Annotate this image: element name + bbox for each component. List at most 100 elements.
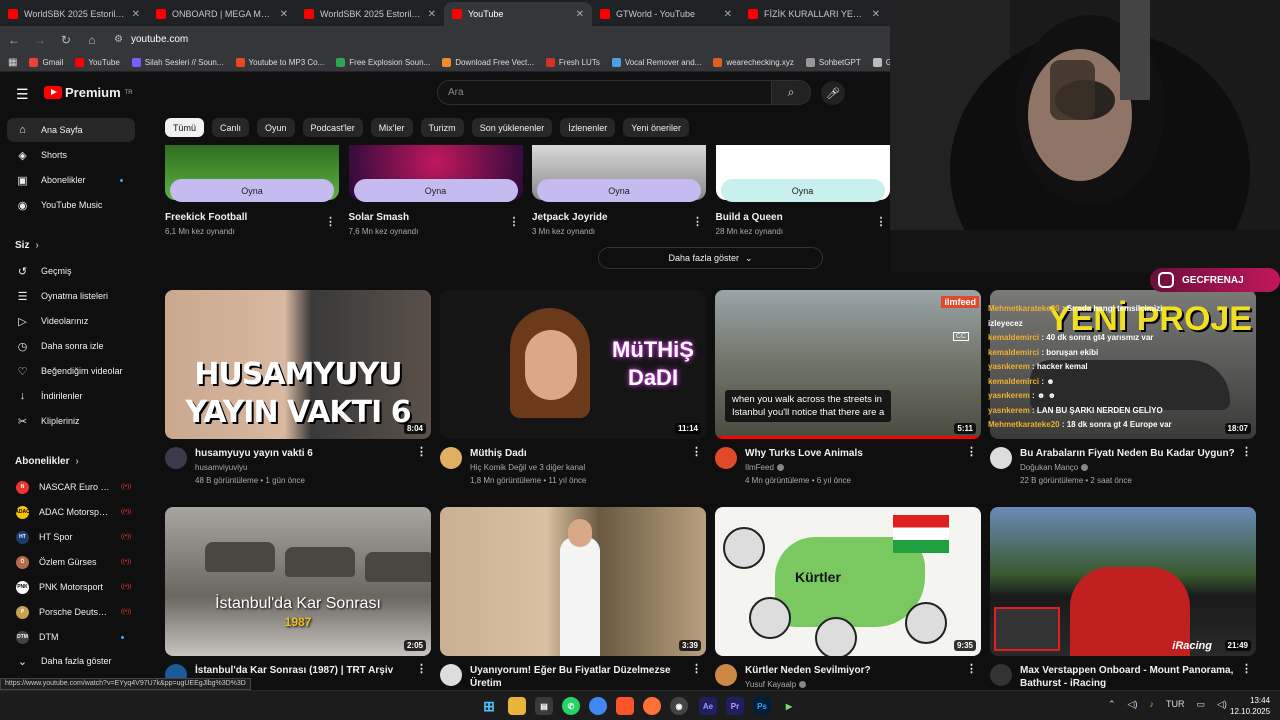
more-options-icon[interactable]: ⋮ [966,662,977,675]
more-options-icon[interactable]: ⋮ [416,662,427,675]
channel-avatar[interactable] [715,664,737,686]
browser-tab[interactable]: FİZİK KURALLARI YENİDEN YAZ ✕ [740,2,888,26]
close-tab-icon[interactable]: ✕ [132,9,140,20]
bookmark[interactable]: Vocal Remover and... [611,57,701,67]
sidebar-item-watch-later[interactable]: ◷ Daha sonra izle [7,334,135,358]
after-effects-icon[interactable]: Ae [699,697,717,715]
site-settings-icon[interactable]: ⚙ [114,34,123,45]
playable-title[interactable]: Build a Queen [716,212,890,223]
more-options-icon[interactable]: ⋮ [691,662,702,675]
bookmark[interactable]: YouTube [75,57,120,67]
subscription-item[interactable]: DTM DTM [7,625,135,649]
speaker-icon[interactable]: ◁) [1128,699,1138,710]
channel-name[interactable]: husamviyuviyu [195,463,247,472]
more-options-icon[interactable]: ⋮ [692,215,703,228]
more-options-icon[interactable]: ⋮ [966,445,977,458]
browser-tab[interactable]: WorldSBK 2025 Estoril: Superbi ✕ [0,2,148,26]
sidebar-item-music[interactable]: ◉ YouTube Music [7,193,135,217]
bookmark[interactable]: Gmail [29,57,63,67]
playable-card[interactable]: Oyna Solar Smash 7,6 Mn kez oynandı ⋮ [348,145,523,236]
apps-icon[interactable]: ▦ [8,57,17,68]
browser-tab[interactable]: WorldSBK 2025 Estoril: Supers ✕ [296,2,444,26]
filter-chip[interactable]: Tümü [165,118,205,137]
sidebar-item-history[interactable]: ↺ Geçmiş [7,259,135,283]
bookmark[interactable]: wearechecking.xyz [713,57,794,67]
hamburger-menu-icon[interactable]: ☰ [16,86,29,103]
filter-chip[interactable]: Canlı [212,118,250,137]
playable-card[interactable]: Oyna Jetpack Joyride 3 Mn kez oynandı ⋮ [532,145,706,236]
show-more-button[interactable]: Daha fazla göster ⌄ [598,247,823,269]
search-input[interactable]: Ara [437,80,772,105]
more-options-icon[interactable]: ⋮ [325,215,336,228]
app-icon[interactable]: ▤ [535,697,553,715]
playable-title[interactable]: Freekick Football [165,212,339,223]
more-options-icon[interactable]: ⋮ [876,215,887,228]
channel-name[interactable]: Yusuf Kayaalp [745,680,807,689]
more-options-icon[interactable]: ⋮ [509,215,520,228]
video-card[interactable]: ilmfeed CC when you walk across the street… [715,290,981,489]
reload-icon[interactable]: ↻ [60,33,72,47]
close-tab-icon[interactable]: ✕ [280,9,288,20]
back-icon[interactable]: ← [8,33,20,47]
subscription-item[interactable]: Ö Özlem Gürses ((•)) [7,550,135,574]
video-card[interactable]: İstanbul'da Kar Sonrası 1987 2:05 İstanbul'… [165,507,431,706]
video-card[interactable]: MüTHiŞ DaDI 11:14 Müthiş Dadı Hiç Komik Değ… [440,290,706,489]
sidebar-item-liked[interactable]: ♡ Beğendiğim videolar [7,359,135,383]
play-game-button[interactable]: Oyna [537,179,701,202]
video-card[interactable]: iRacing 21:49 Max Verstappen Onboard - Mou… [990,507,1256,706]
filter-chip[interactable]: Yeni öneriler [623,118,689,137]
clock[interactable]: 13:44 12.10.2025 [1230,695,1270,717]
bookmark[interactable]: Free Explosion Soun... [336,57,430,67]
video-card[interactable]: 3:39 Uyanıyorum! Eğer Bu Fiyatlar Düzelme… [440,507,706,706]
play-game-button[interactable]: Oyna [170,179,334,202]
video-title[interactable]: Müthiş Dadı [470,447,695,460]
browser-tab[interactable]: GTWorld - YouTube ✕ [592,2,740,26]
bookmark[interactable]: Silah Sesleri // Soun... [131,57,224,67]
channel-avatar[interactable] [990,447,1012,469]
more-options-icon[interactable]: ⋮ [1241,445,1252,458]
more-options-icon[interactable]: ⋮ [416,445,427,458]
subscription-item[interactable]: HT HT Spor ((•)) [7,525,135,549]
browser-tab[interactable]: YouTube ✕ [444,2,592,26]
video-title[interactable]: Max Verstappen Onboard - Mount Panorama,… [1020,664,1245,690]
sidebar-show-more[interactable]: ⌄ Daha fazla göster [7,649,135,673]
forward-icon[interactable]: → [34,33,46,47]
channel-avatar[interactable] [440,447,462,469]
voice-search-button[interactable]: 🎤︎ [821,81,845,105]
video-thumbnail[interactable]: İstanbul'da Kar Sonrası 1987 2:05 [165,507,431,656]
sidebar-item-subscriptions[interactable]: ▣ Abonelikler [7,168,135,192]
language-indicator[interactable]: TUR [1166,699,1185,710]
whatsapp-icon[interactable]: ✆ [562,697,580,715]
bookmark[interactable]: SohbetGPT [805,57,861,67]
firefox-icon[interactable] [643,697,661,715]
bookmark[interactable]: Fresh LUTs [545,57,600,67]
bookmark[interactable]: Gladia [872,57,890,67]
obs-icon[interactable]: ◉ [670,697,688,715]
display-icon[interactable]: ▭ [1196,699,1205,710]
volume-icon[interactable]: ◁) [1217,699,1227,710]
subscription-item[interactable]: PNK PNK Motorsport ((•)) [7,575,135,599]
premiere-icon[interactable]: Pr [726,697,744,715]
video-title[interactable]: İstanbul'da Kar Sonrası (1987) | TRT Arş… [195,664,420,677]
more-options-icon[interactable]: ⋮ [1241,662,1252,675]
close-tab-icon[interactable]: ✕ [576,9,584,20]
bookmark[interactable]: Download Free Vect... [442,57,534,67]
subscription-item[interactable]: ADAC ADAC Motorspor... ((•)) [7,500,135,524]
subscription-item[interactable]: N NASCAR Euro Se... ((•)) [7,475,135,499]
sidebar-item-downloads[interactable]: ↓ İndirilenler [7,384,135,408]
video-thumbnail[interactable]: MüTHiŞ DaDI 11:14 [440,290,706,439]
filter-chip[interactable]: Podcast'ler [302,118,363,137]
close-tab-icon[interactable]: ✕ [724,9,732,20]
sidebar-item-shorts[interactable]: ◈ Shorts [7,143,135,167]
playable-card[interactable]: Oyna Build a Queen 28 Mn kez oynandı ⋮ [715,145,890,236]
video-thumbnail[interactable]: 3:39 [440,507,706,656]
channel-avatar[interactable] [440,664,462,686]
filter-chip[interactable]: Son yüklenenler [471,118,553,137]
sidebar-item-playlists[interactable]: ☰ Oynatma listeleri [7,284,135,308]
playable-card[interactable]: Oyna Freekick Football 6,1 Mn kez oynandı ⋮ [165,145,339,236]
channel-avatar[interactable] [715,447,737,469]
url-field[interactable]: ⚙ youtube.com [114,34,188,45]
playable-title[interactable]: Jetpack Joyride [532,212,706,223]
video-thumbnail[interactable]: iRacing 21:49 [990,507,1256,656]
search-button[interactable]: ⌕ [771,80,811,105]
